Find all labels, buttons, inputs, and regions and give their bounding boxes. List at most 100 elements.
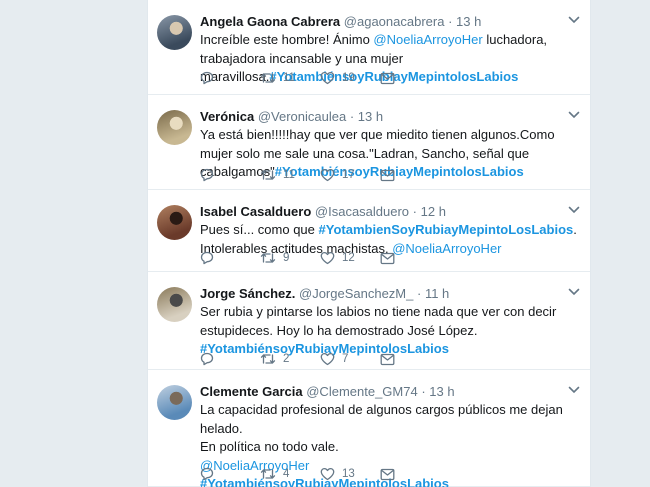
like-count: 12 bbox=[342, 252, 355, 264]
reply-icon bbox=[200, 467, 214, 481]
tweet-header: Angela Gaona Cabrera @agaonacabrera · 13… bbox=[200, 13, 580, 30]
text-segment: Increíble este hombre! Ánimo bbox=[200, 32, 374, 47]
reply-icon bbox=[200, 168, 214, 182]
avatar[interactable] bbox=[157, 205, 192, 240]
like-button[interactable]: 12 bbox=[320, 251, 380, 265]
chevron-down-icon[interactable] bbox=[568, 14, 580, 26]
chevron-down-icon[interactable] bbox=[568, 109, 580, 121]
tweet-header: Clemente Garcia @Clemente_GM74 · 13 h bbox=[200, 383, 580, 400]
tweet-actions: 4 13 bbox=[200, 466, 395, 482]
chevron-down-icon[interactable] bbox=[568, 204, 580, 216]
retweet-count: 2 bbox=[283, 353, 290, 365]
retweet-icon bbox=[260, 354, 276, 364]
like-icon bbox=[320, 168, 335, 182]
user-name[interactable]: Jorge Sánchez. bbox=[200, 286, 295, 301]
tweet-time[interactable]: 13 h bbox=[358, 109, 383, 124]
mention-link[interactable]: @NoeliaArroyoHer bbox=[373, 32, 482, 47]
reply-button[interactable] bbox=[200, 251, 260, 265]
direct-message-button[interactable] bbox=[380, 169, 395, 182]
tweet-time[interactable]: 13 h bbox=[456, 14, 481, 29]
direct-message-icon bbox=[380, 468, 395, 480]
user-handle[interactable]: @Clemente_GM74 bbox=[306, 384, 417, 399]
reply-button[interactable] bbox=[200, 71, 260, 85]
direct-message-icon bbox=[380, 72, 395, 84]
reply-icon bbox=[200, 352, 214, 366]
direct-message-button[interactable] bbox=[380, 252, 395, 265]
retweet-button[interactable]: 11 bbox=[260, 71, 320, 85]
direct-message-icon bbox=[380, 353, 395, 365]
reply-button[interactable] bbox=[200, 467, 260, 481]
retweet-button[interactable]: 4 bbox=[260, 467, 320, 481]
text-segment: Pues sí... como que bbox=[200, 222, 319, 237]
like-count: 13 bbox=[342, 468, 355, 480]
text-segment: Ser rubia y pintarse los labios no tiene… bbox=[200, 304, 557, 338]
tweet-actions: 2 7 bbox=[200, 351, 395, 367]
tweet[interactable]: Jorge Sánchez. @JorgeSanchezM_ · 11 h Se… bbox=[148, 272, 590, 370]
retweet-button[interactable]: 2 bbox=[260, 352, 320, 366]
tweet-header: Verónica @Veronicaulea · 13 h bbox=[200, 108, 580, 125]
user-handle[interactable]: @Isacasalduero bbox=[315, 204, 409, 219]
retweet-icon bbox=[260, 253, 276, 263]
tweet-actions: 9 12 bbox=[200, 250, 395, 266]
tweet-content: Jorge Sánchez. @JorgeSanchezM_ · 11 h Se… bbox=[200, 285, 580, 359]
timeline: Angela Gaona Cabrera @agaonacabrera · 13… bbox=[147, 0, 591, 487]
user-name[interactable]: Verónica bbox=[200, 109, 254, 124]
user-name[interactable]: Clemente Garcia bbox=[200, 384, 303, 399]
direct-message-button[interactable] bbox=[380, 72, 395, 85]
retweet-button[interactable]: 9 bbox=[260, 251, 320, 265]
tweet-header: Isabel Casalduero @Isacasalduero · 12 h bbox=[200, 203, 580, 220]
tweet[interactable]: Clemente Garcia @Clemente_GM74 · 13 h La… bbox=[148, 370, 590, 487]
user-handle[interactable]: @Veronicaulea bbox=[258, 109, 346, 124]
retweet-count: 4 bbox=[283, 468, 290, 480]
user-handle[interactable]: @JorgeSanchezM_ bbox=[299, 286, 413, 301]
retweet-button[interactable]: 11 bbox=[260, 168, 320, 182]
tweet[interactable]: Angela Gaona Cabrera @agaonacabrera · 13… bbox=[148, 0, 590, 95]
avatar[interactable] bbox=[157, 15, 192, 50]
retweet-icon bbox=[260, 170, 276, 180]
tweet-actions: 11 19 bbox=[200, 70, 395, 86]
tweet[interactable]: Isabel Casalduero @Isacasalduero · 12 h … bbox=[148, 190, 590, 272]
user-name[interactable]: Isabel Casalduero bbox=[200, 204, 311, 219]
like-button[interactable]: 13 bbox=[320, 467, 380, 481]
like-icon bbox=[320, 352, 335, 366]
separator: · bbox=[417, 286, 425, 301]
text-segment: En política no todo vale. bbox=[200, 439, 339, 454]
like-count: 7 bbox=[342, 353, 349, 365]
like-icon bbox=[320, 71, 335, 85]
user-handle[interactable]: @agaonacabrera bbox=[344, 14, 445, 29]
separator: · bbox=[412, 204, 421, 219]
tweet-time[interactable]: 11 h bbox=[425, 286, 449, 301]
tweet-actions: 11 17 bbox=[200, 167, 395, 183]
avatar[interactable] bbox=[157, 110, 192, 145]
like-icon bbox=[320, 467, 335, 481]
user-name[interactable]: Angela Gaona Cabrera bbox=[200, 14, 340, 29]
hashtag-link[interactable]: #YotambienSoyRubiayMepintoLosLabios bbox=[319, 222, 574, 237]
tweet-time[interactable]: 13 h bbox=[429, 384, 454, 399]
direct-message-button[interactable] bbox=[380, 353, 395, 366]
reply-button[interactable] bbox=[200, 168, 260, 182]
separator: · bbox=[349, 109, 358, 124]
tweet[interactable]: Verónica @Veronicaulea · 13 h Ya está bi… bbox=[148, 95, 590, 190]
like-icon bbox=[320, 251, 335, 265]
like-button[interactable]: 7 bbox=[320, 352, 380, 366]
mention-link[interactable]: @NoeliaArroyoHer bbox=[392, 241, 501, 256]
avatar[interactable] bbox=[157, 385, 192, 420]
chevron-down-icon[interactable] bbox=[568, 384, 580, 396]
like-count: 19 bbox=[342, 72, 355, 84]
avatar[interactable] bbox=[157, 287, 192, 322]
tweet-time[interactable]: 12 h bbox=[421, 204, 446, 219]
retweet-count: 11 bbox=[283, 72, 295, 84]
like-count: 17 bbox=[342, 169, 355, 181]
direct-message-icon bbox=[380, 169, 395, 181]
separator: · bbox=[448, 14, 457, 29]
retweet-icon bbox=[260, 73, 276, 83]
like-button[interactable]: 17 bbox=[320, 168, 380, 182]
chevron-down-icon[interactable] bbox=[568, 286, 580, 298]
like-button[interactable]: 19 bbox=[320, 71, 380, 85]
reply-icon bbox=[200, 71, 214, 85]
reply-button[interactable] bbox=[200, 352, 260, 366]
reply-icon bbox=[200, 251, 214, 265]
retweet-count: 11 bbox=[283, 169, 295, 181]
direct-message-button[interactable] bbox=[380, 468, 395, 481]
tweet-header: Jorge Sánchez. @JorgeSanchezM_ · 11 h bbox=[200, 285, 580, 302]
